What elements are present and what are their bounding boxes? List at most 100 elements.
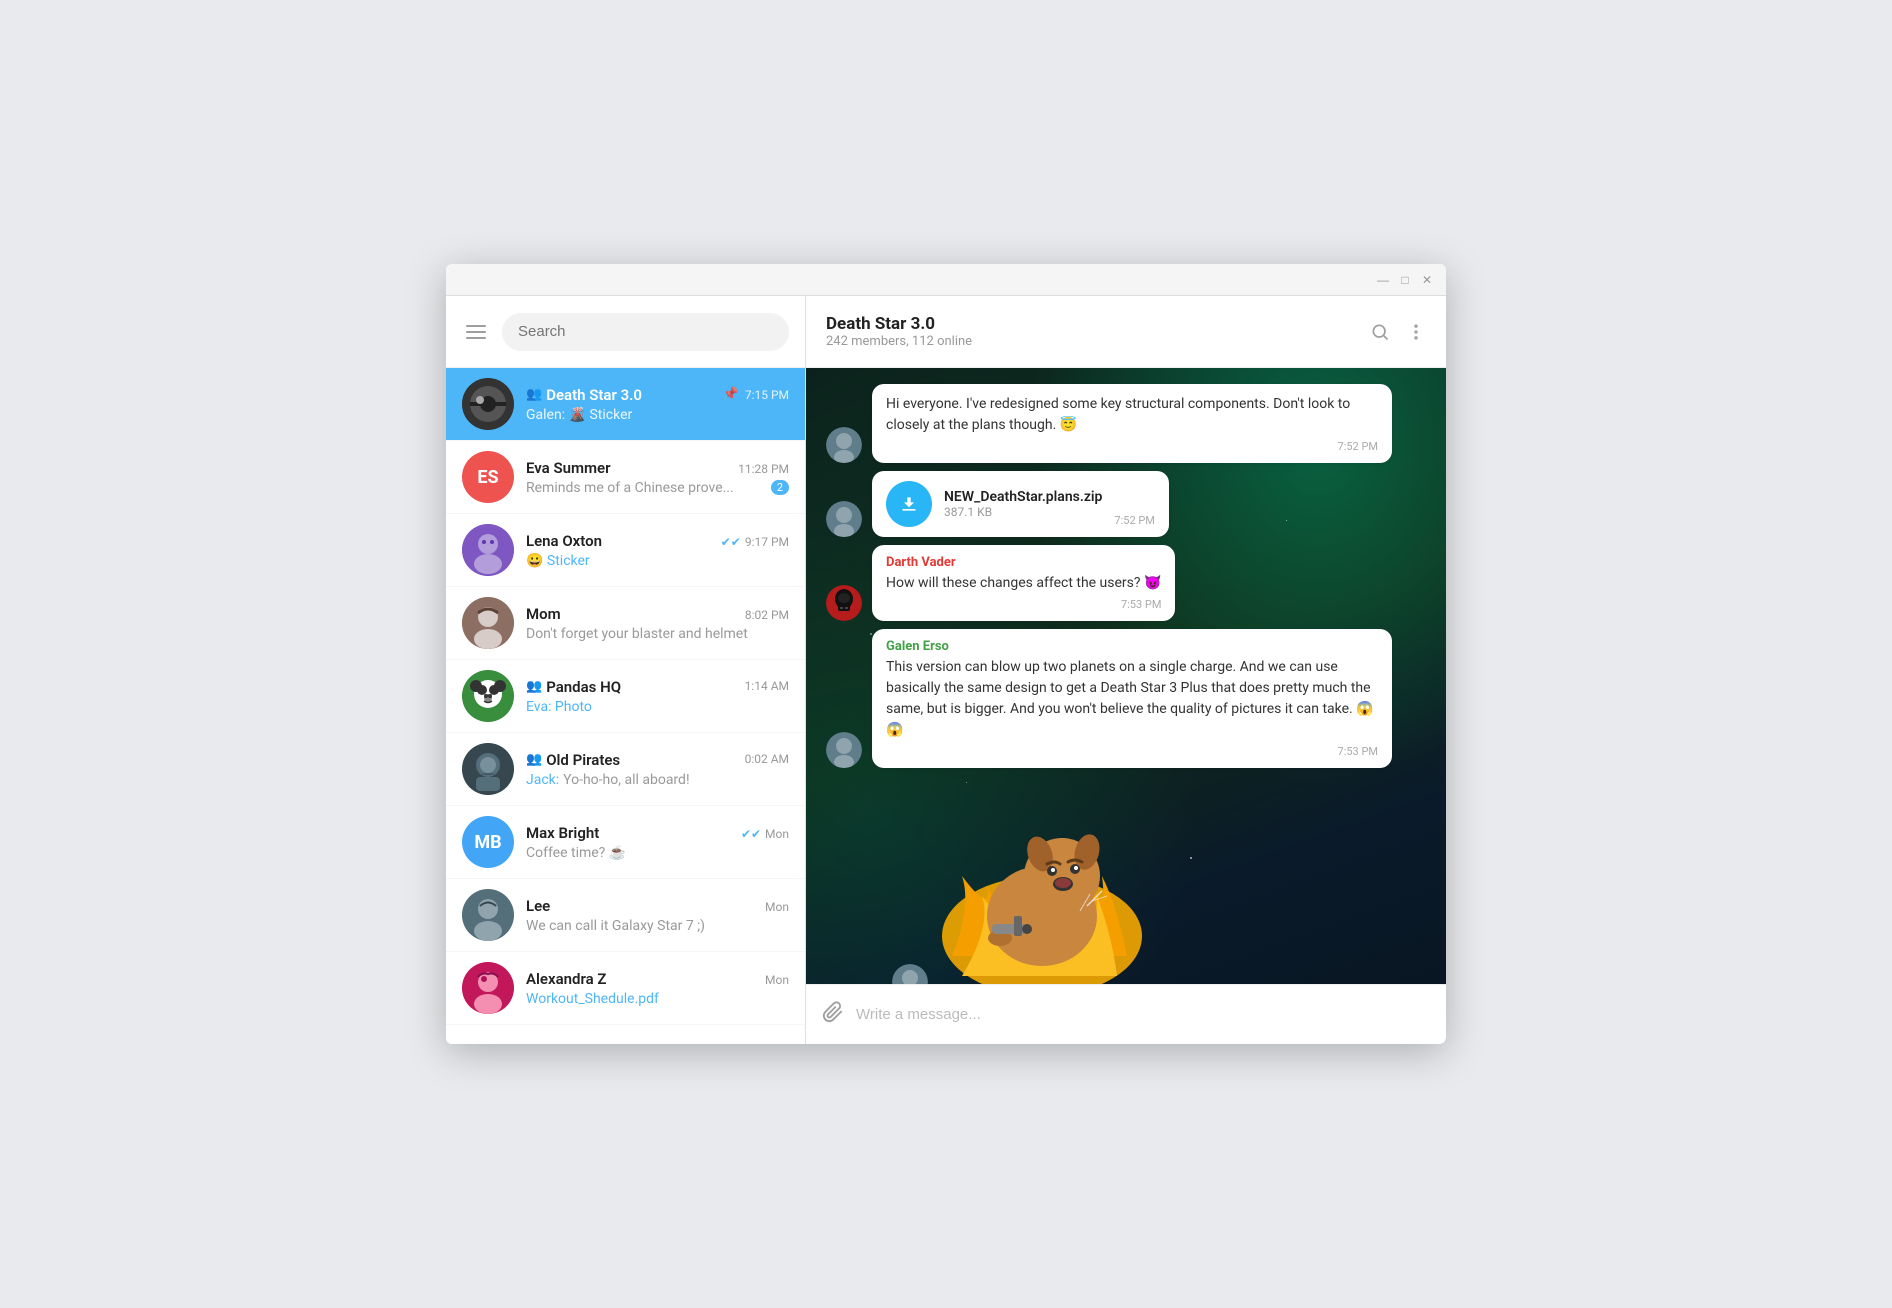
chat-top: 👥 Old Pirates 0:02 AM xyxy=(526,751,789,769)
chat-info: Max Bright ✔✔ Mon Coffee time? ☕ xyxy=(526,824,789,861)
chat-time: Mon xyxy=(765,900,789,914)
close-button[interactable]: ✕ xyxy=(1420,273,1434,287)
chat-info: Lena Oxton ✔✔ 9:17 PM 😀 Sticker xyxy=(526,532,789,569)
chat-top: Mom 8:02 PM xyxy=(526,605,789,623)
chat-list: 👥 Death Star 3.0 📌 7:15 PM Galen: 🌋 Stic… xyxy=(446,368,805,1044)
chat-item-lee[interactable]: Lee Mon We can call it Galaxy Star 7 ;) xyxy=(446,879,805,952)
chat-item-lena-oxton[interactable]: Lena Oxton ✔✔ 9:17 PM 😀 Sticker xyxy=(446,514,805,587)
chat-item-alexandra-z[interactable]: Alexandra Z Mon Workout_Shedule.pdf xyxy=(446,952,805,1025)
sender-name: Darth Vader xyxy=(886,555,1161,570)
chat-preview: Reminds me of a Chinese prove... 2 xyxy=(526,480,789,496)
chat-preview: Workout_Shedule.pdf xyxy=(526,991,789,1007)
chat-name: Eva Summer xyxy=(526,459,611,477)
sender-avatar xyxy=(826,501,862,537)
hamburger-icon xyxy=(466,331,486,333)
group-icon: 👥 xyxy=(526,387,542,402)
message-row: Darth Vader How will these changes affec… xyxy=(826,545,1426,621)
chat-time: Mon xyxy=(765,827,789,841)
chat-time: 7:15 PM xyxy=(745,388,789,402)
chat-info: Mom 8:02 PM Don't forget your blaster an… xyxy=(526,605,789,642)
file-download-button[interactable] xyxy=(886,481,932,527)
avatar: MB xyxy=(462,816,514,868)
chat-name: 👥 Pandas HQ xyxy=(526,678,621,696)
read-check-icon: ✔✔ xyxy=(741,827,761,841)
chat-time: Mon xyxy=(765,973,789,987)
message-bubble: Darth Vader How will these changes affec… xyxy=(872,545,1175,621)
avatar xyxy=(462,670,514,722)
message-text: Hi everyone. I've redesigned some key st… xyxy=(886,394,1378,436)
menu-button[interactable] xyxy=(462,321,490,343)
chat-preview: Eva: Photo xyxy=(526,699,789,715)
chat-time: 11:28 PM xyxy=(738,462,789,476)
chat-item-eva-summer[interactable]: ES Eva Summer 11:28 PM Reminds me of a C… xyxy=(446,441,805,514)
chat-name: 👥 Death Star 3.0 xyxy=(526,386,642,404)
message-bubble: Hi everyone. I've redesigned some key st… xyxy=(872,384,1392,463)
chat-info: Eva Summer 11:28 PM Reminds me of a Chin… xyxy=(526,459,789,496)
chat-header-info: Death Star 3.0 242 members, 112 online xyxy=(826,314,1358,349)
chat-name: Max Bright xyxy=(526,824,599,842)
avatar xyxy=(462,889,514,941)
chat-time: 9:17 PM xyxy=(745,535,789,549)
chat-name: Mom xyxy=(526,605,561,623)
file-size: 387.1 KB xyxy=(944,505,1102,519)
sticker-area xyxy=(826,776,1426,984)
message-time: 7:53 PM xyxy=(886,745,1378,758)
minimize-button[interactable]: — xyxy=(1376,273,1390,287)
avatar xyxy=(462,597,514,649)
chat-header-status: 242 members, 112 online xyxy=(826,334,1358,349)
chat-top: 👥 Pandas HQ 1:14 AM xyxy=(526,678,789,696)
group-icon: 👥 xyxy=(526,679,542,694)
message-row: Hi everyone. I've redesigned some key st… xyxy=(826,384,1426,463)
group-icon: 👥 xyxy=(526,752,542,767)
chat-item-mom[interactable]: Mom 8:02 PM Don't forget your blaster an… xyxy=(446,587,805,660)
chat-top: Alexandra Z Mon xyxy=(526,970,789,988)
maximize-button[interactable]: □ xyxy=(1398,273,1412,287)
chat-time: 1:14 AM xyxy=(745,679,789,693)
search-chat-button[interactable] xyxy=(1370,322,1390,342)
avatar xyxy=(462,378,514,430)
chat-info: 👥 Death Star 3.0 📌 7:15 PM Galen: 🌋 Stic… xyxy=(526,386,789,423)
chat-item-old-pirates[interactable]: 👥 Old Pirates 0:02 AM Jack: Yo-ho-ho, al… xyxy=(446,733,805,806)
chat-header: Death Star 3.0 242 members, 112 online xyxy=(806,296,1446,368)
message-time: 7:53 PM xyxy=(886,598,1161,611)
unread-badge: 2 xyxy=(771,480,789,495)
search-input[interactable] xyxy=(502,313,789,351)
chat-header-name: Death Star 3.0 xyxy=(826,314,1358,334)
chat-preview: Coffee time? ☕ xyxy=(526,845,789,861)
avatar xyxy=(462,524,514,576)
chat-top: Eva Summer 11:28 PM xyxy=(526,459,789,477)
file-name: NEW_DeathStar.plans.zip xyxy=(944,489,1102,505)
chat-item-pandas-hq[interactable]: 👥 Pandas HQ 1:14 AM Eva: Photo xyxy=(446,660,805,733)
sidebar-header xyxy=(446,296,805,368)
attach-button[interactable] xyxy=(822,1001,844,1029)
chat-item-death-star[interactable]: 👥 Death Star 3.0 📌 7:15 PM Galen: 🌋 Stic… xyxy=(446,368,805,441)
file-message-bubble: NEW_DeathStar.plans.zip 387.1 KB 7:52 PM xyxy=(872,471,1169,537)
chat-preview: Galen: 🌋 Sticker xyxy=(526,407,789,423)
chat-input-area xyxy=(806,984,1446,1044)
sender-avatar xyxy=(826,732,862,768)
messages-area: Hi everyone. I've redesigned some key st… xyxy=(806,368,1446,984)
chat-name: Lena Oxton xyxy=(526,532,602,550)
hamburger-icon xyxy=(466,325,486,327)
app-body: 👥 Death Star 3.0 📌 7:15 PM Galen: 🌋 Stic… xyxy=(446,296,1446,1044)
chat-item-max-bright[interactable]: MB Max Bright ✔✔ Mon Coffee time? ☕ xyxy=(446,806,805,879)
message-input[interactable] xyxy=(856,1006,1430,1023)
app-window: — □ ✕ xyxy=(446,264,1446,1044)
chat-info: 👥 Old Pirates 0:02 AM Jack: Yo-ho-ho, al… xyxy=(526,751,789,788)
chat-area: Death Star 3.0 242 members, 112 online xyxy=(806,296,1446,1044)
chat-top: 👥 Death Star 3.0 📌 7:15 PM xyxy=(526,386,789,404)
hamburger-icon xyxy=(466,337,486,339)
more-options-button[interactable] xyxy=(1406,322,1426,342)
message-text: This version can blow up two planets on … xyxy=(886,657,1378,741)
chat-time: 8:02 PM xyxy=(745,608,789,622)
chat-top: Max Bright ✔✔ Mon xyxy=(526,824,789,842)
chat-preview: 😀 Sticker xyxy=(526,553,789,569)
avatar xyxy=(462,962,514,1014)
message-time: 7:52 PM xyxy=(886,440,1378,453)
message-bubble: Galen Erso This version can blow up two … xyxy=(872,629,1392,768)
file-info: NEW_DeathStar.plans.zip 387.1 KB xyxy=(944,489,1102,519)
message-row: Galen Erso This version can blow up two … xyxy=(826,629,1426,768)
chat-info: Alexandra Z Mon Workout_Shedule.pdf xyxy=(526,970,789,1007)
sidebar: 👥 Death Star 3.0 📌 7:15 PM Galen: 🌋 Stic… xyxy=(446,296,806,1044)
avatar: ES xyxy=(462,451,514,503)
